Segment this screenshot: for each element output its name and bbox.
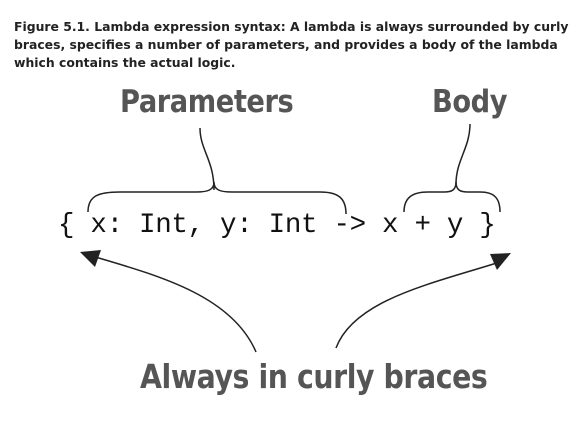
left-brace-arrow-line bbox=[91, 255, 257, 353]
left-brace-arrowhead bbox=[80, 250, 101, 267]
right-brace-arrowhead bbox=[490, 253, 511, 270]
right-brace-arrow-line bbox=[335, 261, 501, 349]
parameters-connector-line bbox=[199, 127, 215, 191]
lambda-code-line: { x: Int, y: Int -> x + y } bbox=[58, 210, 496, 241]
body-brace bbox=[403, 181, 501, 213]
curly-braces-label: Always in curly braces bbox=[140, 357, 488, 396]
body-connector-line bbox=[455, 123, 471, 185]
